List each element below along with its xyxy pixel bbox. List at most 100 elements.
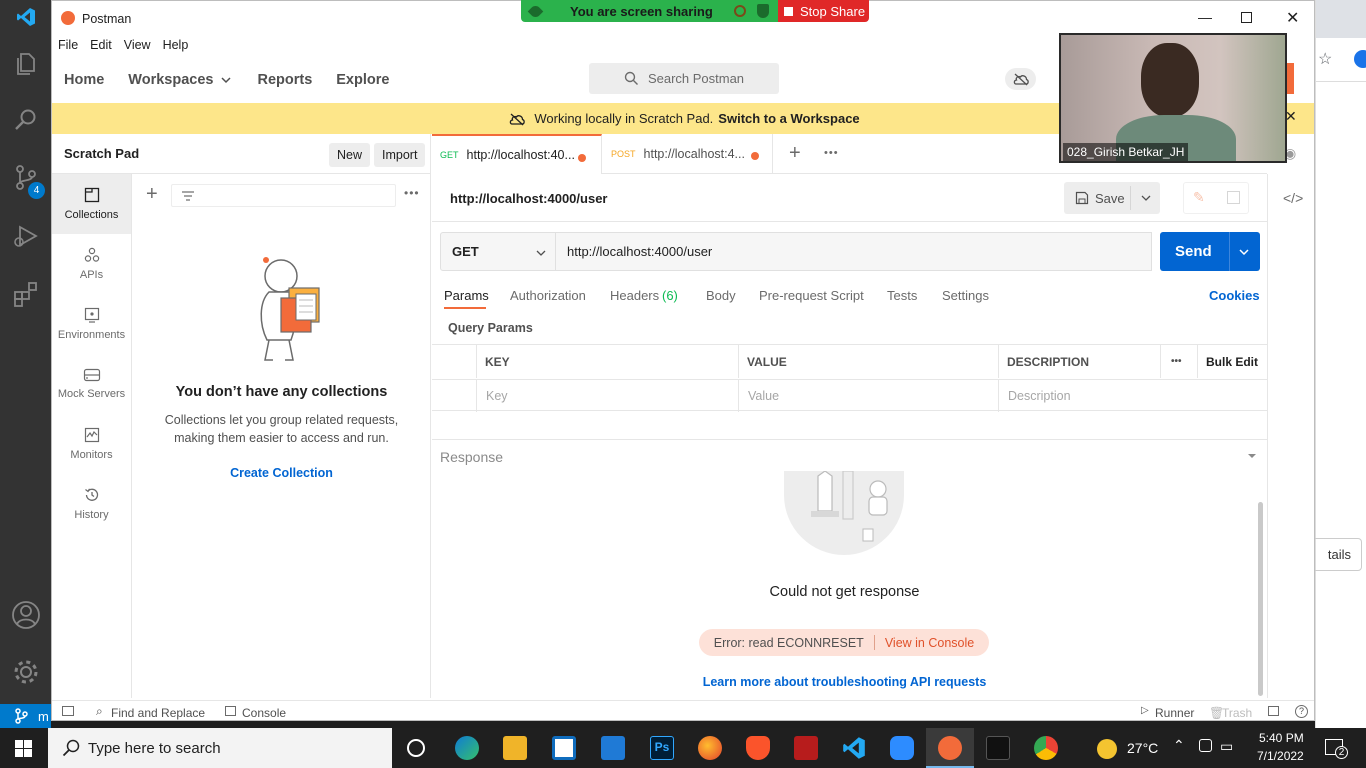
documentation-icon[interactable]	[1227, 191, 1240, 204]
terminal-icon[interactable]	[986, 736, 1010, 760]
record-icon[interactable]	[734, 5, 746, 17]
console-button[interactable]: Console	[242, 706, 286, 720]
toggle-sidebar-icon[interactable]	[62, 706, 74, 716]
task-view-icon[interactable]	[407, 739, 425, 757]
notifications-icon[interactable]: 2	[1325, 739, 1348, 759]
star-icon[interactable]: ☆	[1318, 49, 1332, 69]
source-control-icon[interactable]: 4	[0, 154, 51, 202]
bulk-edit-button[interactable]: Bulk Edit	[1197, 345, 1267, 378]
extensions-icon[interactable]	[0, 270, 51, 318]
postman-taskbar-active[interactable]	[926, 728, 974, 768]
tab-headers[interactable]: Headers	[610, 288, 659, 303]
menu-file[interactable]: File	[58, 38, 78, 52]
unsaved-dot	[578, 154, 586, 162]
manage-gear-icon[interactable]	[0, 648, 51, 696]
vscode-taskbar-icon[interactable]	[842, 736, 866, 760]
switch-workspace-link[interactable]: Switch to a Workspace	[718, 111, 859, 126]
tab-settings[interactable]: Settings	[942, 288, 989, 303]
more-options-icon[interactable]: •••	[404, 186, 420, 200]
tab-pre-request-script[interactable]: Pre-request Script	[759, 288, 864, 303]
search-icon[interactable]	[0, 96, 51, 144]
pencil-icon[interactable]: ✎	[1193, 189, 1205, 206]
description-input[interactable]: Description	[998, 379, 1267, 412]
filter-input[interactable]	[171, 184, 396, 207]
new-tab-icon[interactable]: +	[789, 142, 801, 165]
trash-button[interactable]: Trash	[1222, 706, 1252, 720]
tab-options-icon[interactable]: •••	[824, 147, 839, 159]
view-console-link[interactable]: View in Console	[885, 636, 974, 650]
two-pane-view-icon[interactable]	[1268, 706, 1279, 716]
tab-authorization[interactable]: Authorization	[510, 288, 586, 303]
sidebar-item-monitors[interactable]: Monitors	[52, 414, 131, 474]
new-button[interactable]: New	[329, 143, 371, 167]
firefox-icon[interactable]	[698, 736, 722, 760]
code-snippet-icon[interactable]: </>	[1283, 190, 1303, 206]
sidebar-item-environments[interactable]: Environments	[52, 294, 131, 354]
photoshop-icon[interactable]: Ps	[650, 736, 674, 760]
temperature[interactable]: 27°C	[1127, 740, 1158, 756]
collapse-chevron-icon[interactable]	[1247, 453, 1257, 460]
nav-explore[interactable]: Explore	[336, 72, 389, 88]
maximize-icon[interactable]	[1241, 12, 1252, 23]
minimize-icon[interactable]: —	[1198, 9, 1212, 25]
sidebar-item-history[interactable]: History	[52, 474, 131, 534]
add-collection-icon[interactable]: +	[146, 183, 158, 206]
search-input[interactable]: Search Postman	[589, 63, 779, 94]
menu-help[interactable]: Help	[163, 38, 189, 52]
stop-share-button[interactable]: Stop Share	[778, 0, 869, 22]
sidebar-item-apis[interactable]: APIs	[52, 234, 131, 294]
sidebar-item-mock-servers[interactable]: Mock Servers	[52, 354, 131, 414]
tab-post-request[interactable]: POST http://localhost:4...	[603, 134, 773, 174]
tab-tests[interactable]: Tests	[887, 288, 917, 303]
accounts-icon[interactable]	[0, 591, 51, 639]
microsoft-store-icon[interactable]	[552, 736, 576, 760]
find-replace-button[interactable]: Find and Replace	[111, 706, 205, 720]
key-input[interactable]: Key	[476, 379, 738, 412]
edge-icon[interactable]	[455, 736, 479, 760]
scrollbar[interactable]	[1258, 502, 1263, 696]
cookies-link[interactable]: Cookies	[1209, 288, 1260, 303]
import-button[interactable]: Import	[374, 143, 426, 167]
banner-close-icon[interactable]: ✕	[1285, 108, 1297, 125]
save-button[interactable]: Save	[1064, 182, 1160, 214]
clock-date[interactable]: 7/1/2022	[1257, 749, 1304, 763]
request-name[interactable]: http://localhost:4000/user	[450, 191, 607, 206]
zoom-icon[interactable]	[890, 736, 914, 760]
value-input[interactable]: Value	[738, 379, 998, 412]
show-hidden-icons-icon[interactable]: ⌃	[1173, 737, 1185, 754]
network-icon[interactable]: ▭	[1220, 738, 1233, 755]
menu-edit[interactable]: Edit	[90, 38, 112, 52]
send-button[interactable]: Send	[1160, 232, 1260, 271]
nav-workspaces[interactable]: Workspaces	[128, 72, 233, 88]
runner-button[interactable]: Runner	[1155, 706, 1194, 720]
tab-get-request[interactable]: GET http://localhost:40...	[432, 134, 602, 174]
file-explorer-icon[interactable]	[503, 736, 527, 760]
nav-reports[interactable]: Reports	[257, 72, 312, 88]
table-options-icon[interactable]: •••	[1160, 345, 1197, 378]
menu-view[interactable]: View	[124, 38, 151, 52]
create-collection-link[interactable]: Create Collection	[132, 466, 431, 480]
troubleshooting-link[interactable]: Learn more about troubleshooting API req…	[432, 675, 1257, 689]
clock-time[interactable]: 5:40 PM	[1259, 731, 1304, 745]
tab-body[interactable]: Body	[706, 288, 736, 303]
brave-icon[interactable]	[746, 736, 770, 760]
sidebar-item-collections[interactable]: Collections	[52, 174, 131, 234]
run-debug-icon[interactable]	[0, 212, 51, 260]
taskbar-search-input[interactable]: Type here to search	[48, 728, 392, 768]
mail-icon[interactable]	[601, 736, 625, 760]
tab-params[interactable]: Params	[444, 288, 489, 303]
help-icon[interactable]: ?	[1295, 705, 1308, 718]
sync-status-button[interactable]	[1005, 68, 1036, 90]
nav-home[interactable]: Home	[64, 72, 104, 88]
close-icon[interactable]: ✕	[1286, 8, 1299, 28]
profile-avatar[interactable]	[1354, 50, 1366, 68]
url-input[interactable]: http://localhost:4000/user	[555, 232, 1152, 271]
chrome-icon[interactable]	[1034, 736, 1058, 760]
vscode-status-bar[interactable]: m	[0, 704, 51, 728]
windows-start-icon[interactable]	[15, 740, 32, 757]
response-title[interactable]: Response	[440, 449, 503, 465]
meet-now-icon[interactable]	[1199, 739, 1212, 752]
acrobat-icon[interactable]	[794, 736, 818, 760]
method-select[interactable]: GET	[440, 232, 556, 271]
explorer-icon[interactable]	[0, 40, 51, 88]
